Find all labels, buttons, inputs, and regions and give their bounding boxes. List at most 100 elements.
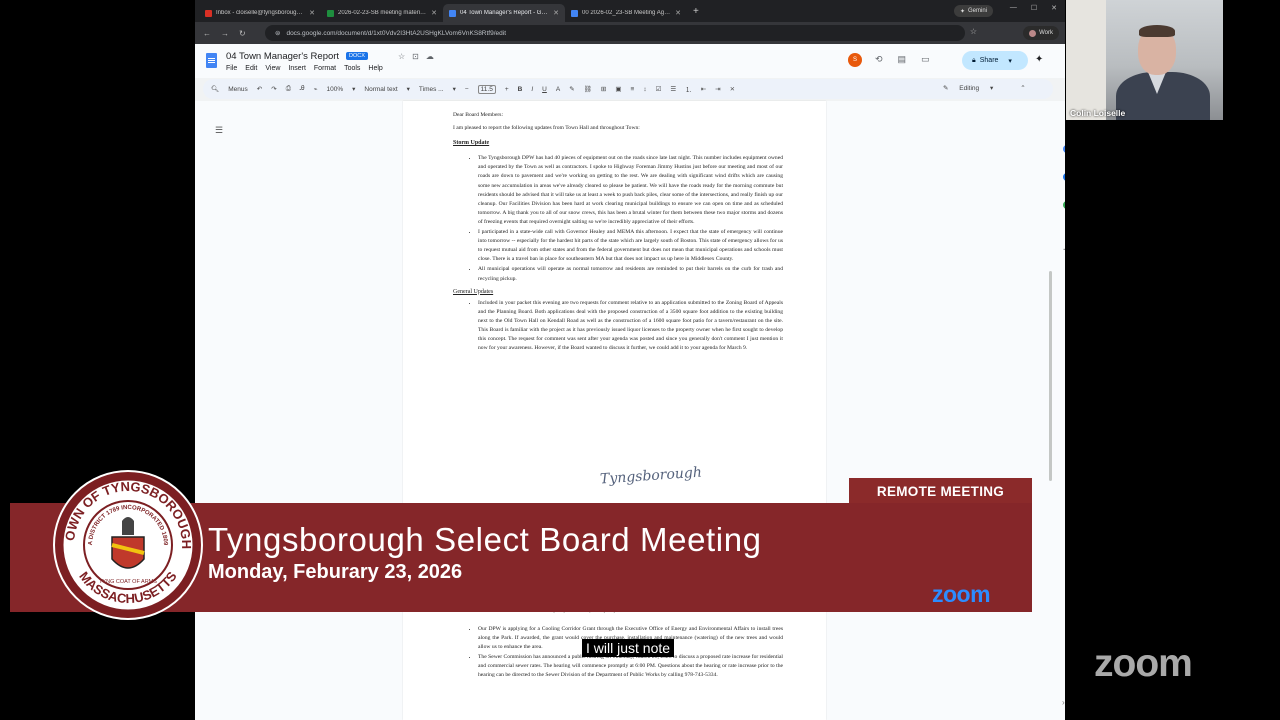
underline-icon[interactable]: U <box>542 86 547 93</box>
align-icon[interactable]: ≡ <box>631 86 635 93</box>
list-item: The Sewer Commission has announced a pub… <box>478 653 783 680</box>
print-icon[interactable]: ⎙ <box>286 85 291 93</box>
calendar-icon[interactable] <box>1063 145 1065 153</box>
menus-search[interactable]: Menus <box>228 86 248 93</box>
screen: Inbox - cloiselle@tyngsboroughma.gov✕ 20… <box>0 0 1280 720</box>
font-size-input[interactable]: 11.5 <box>477 84 496 94</box>
avatar <box>1029 29 1037 37</box>
menu-help[interactable]: Help <box>368 65 382 72</box>
document-title[interactable]: 04 Town Manager's Report <box>226 51 339 62</box>
gemini-button[interactable]: ✦ Gemini <box>953 5 993 17</box>
numbered-list-icon[interactable]: ⒈ <box>685 84 692 94</box>
redo-icon[interactable]: ↷ <box>271 85 276 93</box>
editing-mode-select[interactable]: ✎ Editing ▾ ⌃ <box>943 84 1035 92</box>
gemini-sparkle-icon[interactable]: ✦ <box>1035 54 1043 65</box>
speaker-hair <box>1139 25 1175 37</box>
document-page[interactable]: Dear Board Members: I am pleased to repo… <box>403 101 826 720</box>
menu-view[interactable]: View <box>265 65 280 72</box>
tab-inbox[interactable]: Inbox - cloiselle@tyngsboroughma.gov✕ <box>199 4 321 22</box>
profile-button[interactable]: Work <box>1023 26 1059 40</box>
chevron-down-icon: ▾ <box>406 86 410 93</box>
remote-meeting-label: REMOTE MEETING <box>849 478 1032 505</box>
maps-icon[interactable] <box>1063 201 1065 209</box>
menu-format[interactable]: Format <box>314 65 336 72</box>
font-select[interactable]: Times ... <box>419 86 444 93</box>
webcam-tile: Colin Loiselle <box>1066 0 1223 120</box>
add-addon-icon[interactable]: + <box>1063 245 1065 256</box>
reload-icon[interactable]: ↻ <box>239 29 246 38</box>
url-field[interactable]: ⊜ docs.google.com/document/d/1xt0Vdv2I3Ht… <box>265 25 965 41</box>
list-item: The Tyngsborough DPW has had 40 pieces o… <box>478 154 783 227</box>
menu-insert[interactable]: Insert <box>288 65 306 72</box>
menu-edit[interactable]: Edit <box>245 65 257 72</box>
comment-icon[interactable]: ⊞ <box>601 85 606 93</box>
collaborator-avatar[interactable]: S <box>848 53 862 67</box>
pencil-icon: ✎ <box>943 85 951 92</box>
tab-town-managers-report[interactable]: 04 Town Manager's Report - Google Docs✕ <box>443 4 565 22</box>
list-item: Included in your packet this evening are… <box>478 299 783 354</box>
tab-meeting-agenda[interactable]: 00 2026-02_23-SB Meeting Agenda ✕ <box>565 4 687 22</box>
minimize-icon[interactable]: — <box>1010 4 1017 12</box>
clear-format-icon[interactable]: ⨯ <box>730 85 735 93</box>
indent-decrease-icon[interactable]: ⇤ <box>701 85 706 93</box>
text-color-icon[interactable]: A <box>556 86 560 93</box>
menu-tools[interactable]: Tools <box>344 65 360 72</box>
chevron-down-icon: ▾ <box>352 86 356 93</box>
cloud-status-icon[interactable]: ☁ <box>426 52 434 61</box>
docs-icon <box>571 9 578 17</box>
spellcheck-icon[interactable]: Ꭿ <box>300 85 305 93</box>
tab-meeting-materials[interactable]: 2026-02-23-SB meeting materials ✕ <box>321 4 443 22</box>
gmail-icon <box>205 9 212 17</box>
close-icon[interactable]: ✕ <box>309 9 315 17</box>
docs-header: 04 Town Manager's Report DOCX ☆ ⊡ ☁ File E… <box>195 44 1065 78</box>
new-tab-button[interactable]: + <box>693 6 699 17</box>
move-folder-icon[interactable]: ⊡ <box>412 52 419 61</box>
close-icon[interactable]: ✕ <box>675 9 681 17</box>
paint-format-icon[interactable]: ⌁ <box>314 85 318 93</box>
decrease-size-icon[interactable]: − <box>465 86 469 93</box>
docs-icon <box>449 9 456 17</box>
docs-logo-icon[interactable] <box>206 53 217 68</box>
search-menus-icon[interactable]: 🔍︎ <box>211 85 219 93</box>
scroll-arrow-icon[interactable]: › <box>1062 698 1065 707</box>
forward-icon[interactable]: → <box>221 29 229 38</box>
highlight-icon[interactable]: ✎ <box>569 85 574 93</box>
bullet-list-icon[interactable]: ☰ <box>670 85 676 93</box>
image-icon[interactable]: ▣ <box>615 85 621 93</box>
bold-icon[interactable]: B <box>518 86 523 93</box>
menu-file[interactable]: File <box>226 65 237 72</box>
history-icon[interactable]: ⟲ <box>875 54 883 65</box>
list-item: I participated in a state-wide call with… <box>478 228 783 264</box>
zoom-select[interactable]: 100% <box>327 86 344 93</box>
back-icon[interactable]: ← <box>203 29 211 38</box>
lock-icon: 🔒︎ <box>972 56 976 64</box>
signature: Tyngsborough <box>599 464 703 488</box>
checklist-icon[interactable]: ☑ <box>656 85 662 93</box>
close-icon[interactable]: ✕ <box>553 9 559 17</box>
indent-increase-icon[interactable]: ⇥ <box>715 85 720 93</box>
list-item: All municipal operations will operate as… <box>478 265 783 283</box>
town-seal-icon: TOWN OF TYNGSBOROUGH MASSACHUSETTS A DIS… <box>52 469 203 620</box>
link-icon[interactable]: ⛓ <box>584 85 592 93</box>
undo-icon[interactable]: ↶ <box>257 85 262 93</box>
close-icon[interactable]: ✕ <box>431 9 437 17</box>
outline-icon[interactable]: ☰ <box>215 125 223 136</box>
meet-icon[interactable]: ▭ <box>921 54 930 65</box>
zoom-logo: zoom <box>932 581 991 607</box>
collapse-icon[interactable]: ⌃ <box>1020 85 1025 92</box>
vertical-scrollbar[interactable] <box>1049 271 1052 481</box>
background-shelf <box>1066 0 1106 120</box>
maximize-icon[interactable]: ☐ <box>1031 4 1037 12</box>
greeting: Dear Board Members: <box>453 112 504 118</box>
italic-icon[interactable]: I <box>531 86 533 93</box>
site-info-icon[interactable]: ⊜ <box>275 29 280 37</box>
share-button[interactable]: 🔒︎ Share ▾ <box>962 51 1028 70</box>
bookmark-star-icon[interactable]: ☆ <box>970 27 977 36</box>
star-icon[interactable]: ☆ <box>398 52 405 61</box>
line-spacing-icon[interactable]: ↕ <box>643 86 646 93</box>
contacts-icon[interactable] <box>1063 173 1065 181</box>
close-window-icon[interactable]: ✕ <box>1051 4 1057 12</box>
style-select[interactable]: Normal text <box>364 86 397 93</box>
comments-icon[interactable]: ▤ <box>898 54 907 65</box>
increase-size-icon[interactable]: + <box>505 86 509 93</box>
